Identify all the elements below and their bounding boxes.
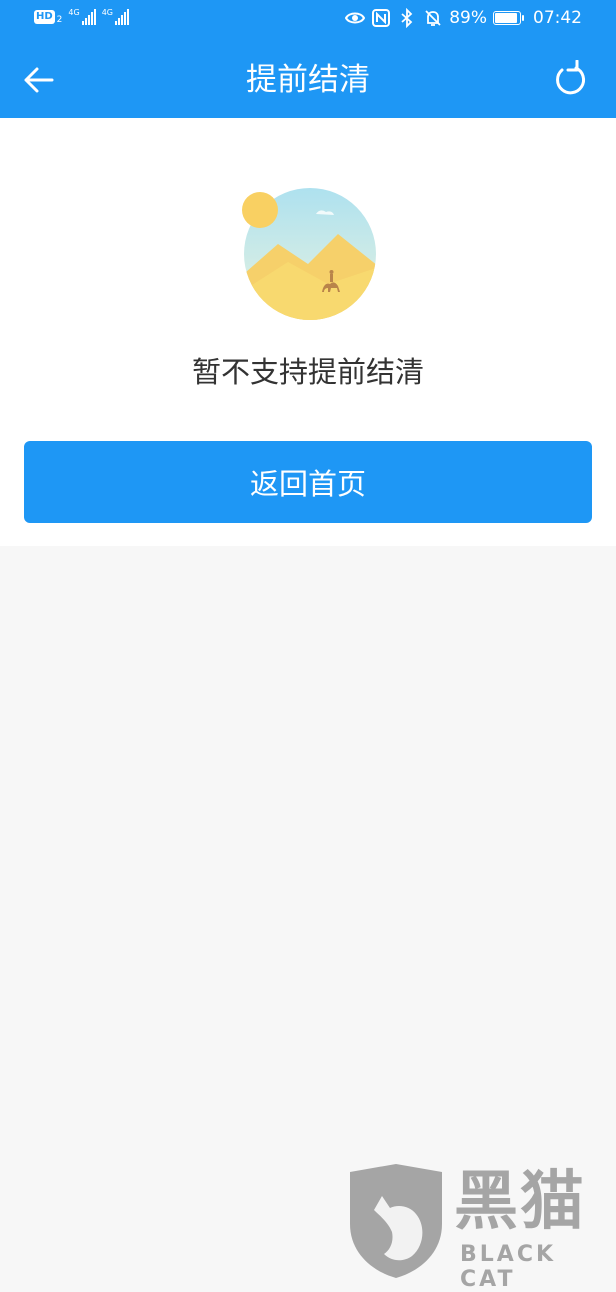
return-home-button[interactable]: 返回首页: [24, 441, 592, 523]
signal-icon-sim2: 4G: [102, 9, 129, 25]
empty-state-panel: 暂不支持提前结清 返回首页: [0, 118, 616, 546]
clock: 07:42: [533, 8, 582, 28]
hd-badge: HD: [34, 10, 55, 24]
watermark-brand-en: BLACK CAT: [460, 1242, 557, 1292]
battery-percent: 89%: [449, 8, 487, 28]
hd-sim-index: 2: [56, 15, 63, 25]
bluetooth-icon: [401, 8, 413, 28]
eye-icon: [345, 12, 366, 24]
empty-state-message: 暂不支持提前结清: [191, 355, 424, 389]
navigation-bar: 提前结清: [0, 40, 616, 118]
battery-icon: [493, 11, 524, 25]
page-title: 提前结清: [246, 62, 370, 98]
signal-icon-sim1: 4G: [68, 8, 96, 25]
signal-label-sim2: 4G: [101, 8, 113, 17]
refresh-icon[interactable]: [550, 60, 590, 100]
status-bar: HD 2 4G 4G 89% 07:42: [0, 0, 616, 40]
status-bar-right: 89% 07:42: [345, 8, 582, 28]
cat-shield-logo-icon: [350, 1164, 442, 1278]
signal-label-sim1: 4G: [68, 8, 80, 17]
status-bar-left: HD 2 4G 4G: [34, 9, 129, 25]
nfc-icon: [372, 9, 391, 27]
watermark: 黑猫 BLACK CAT: [344, 1162, 616, 1292]
bell-muted-icon: [425, 10, 441, 26]
app-header: HD 2 4G 4G 89% 07:42 提前结清: [0, 0, 616, 118]
watermark-brand: 黑猫: [454, 1165, 586, 1239]
desert-illustration-icon: [242, 188, 376, 320]
